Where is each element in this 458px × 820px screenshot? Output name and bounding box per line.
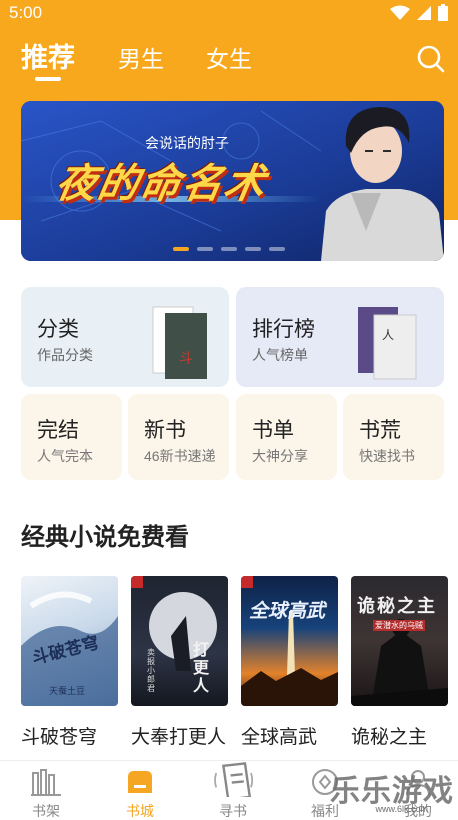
banner-dot (173, 247, 189, 251)
nav-bookshelf[interactable]: 书架 (6, 761, 86, 820)
nav-label: 书城 (126, 803, 154, 819)
search-icon[interactable] (416, 44, 446, 74)
book-cover: 全球高武 (241, 576, 338, 706)
book-cover-author: 爱潜水的乌贼 (373, 620, 425, 631)
category-new-books[interactable]: 新书 46新书速递 (128, 394, 229, 480)
bookstore-icon (128, 771, 152, 793)
status-icons (390, 4, 448, 21)
find-book-icon (214, 762, 254, 797)
category-subtitle: 46新书速递 (144, 448, 216, 464)
banner-dot (245, 247, 261, 251)
ranking-card[interactable]: 排行榜 人气榜单 人 (236, 287, 444, 387)
banner-dot (269, 247, 285, 251)
ranking-subtitle: 人气榜单 (252, 347, 308, 363)
promo-banner[interactable]: 会说话的肘子 夜的命名术 (21, 101, 444, 261)
category-title: 书单 (252, 419, 294, 442)
signal-icon (417, 5, 431, 20)
book-cover-title: 打更人 (193, 642, 210, 695)
book-title: 诡秘之主 (351, 727, 428, 748)
bookshelf-icon (31, 769, 61, 796)
status-bar: 5:00 (0, 0, 458, 26)
tab-active-indicator (35, 77, 61, 81)
book-cover: 斗破苍穹 天蚕土豆 (21, 576, 118, 706)
book-cover: 打更人 卖报小郎君 (131, 576, 228, 706)
tab-female[interactable]: 女生 (206, 40, 252, 74)
nav-label: 寻书 (219, 803, 247, 819)
status-time: 5:00 (9, 3, 43, 22)
category-finished[interactable]: 完结 人气完本 (21, 394, 122, 480)
book-item[interactable]: 打更人 卖报小郎君 大奉打更人 (131, 576, 231, 749)
wifi-icon (390, 5, 410, 20)
book-title: 斗破苍穹 (21, 727, 98, 748)
category-card[interactable]: 分类 作品分类 斗 (21, 287, 229, 387)
nav-bookstore[interactable]: 书城 (100, 761, 180, 820)
book-cover: 诡秘之主 爱潜水的乌贼 (351, 576, 448, 706)
category-title: 新书 (144, 419, 186, 442)
category-subtitle: 人气完本 (37, 448, 93, 464)
tab-male[interactable]: 男生 (118, 40, 164, 74)
category-subtitle: 快速找书 (359, 448, 415, 464)
banner-pagination (173, 247, 285, 251)
nav-find-book[interactable]: 寻书 (193, 761, 273, 820)
category-subtitle: 大神分享 (252, 448, 308, 464)
books-stack-illustration: 斗 (152, 306, 207, 379)
book-cover-author: 天蚕土豆 (49, 686, 86, 696)
category-title: 完结 (37, 419, 79, 442)
ranking-title: 排行榜 (252, 318, 315, 341)
banner-dot (221, 247, 237, 251)
book-item[interactable]: 斗破苍穹 天蚕土豆 斗破苍穹 (21, 576, 121, 749)
book-item[interactable]: 诡秘之主 爱潜水的乌贼 诡秘之主 (351, 576, 451, 749)
book-title: 大奉打更人 (131, 727, 227, 748)
battery-icon (438, 4, 448, 21)
book-item[interactable]: 全球高武 全球高武 (241, 576, 341, 749)
category-subtitle: 作品分类 (37, 347, 93, 363)
banner-title: 夜的命名术 (52, 162, 271, 206)
tab-recommend[interactable]: 推荐 (21, 36, 75, 75)
category-book-lists[interactable]: 书单 大神分享 (236, 394, 337, 480)
section-title: 经典小说免费看 (21, 524, 189, 551)
watermark-url: www.6lk.com (375, 804, 428, 814)
book-title: 全球高武 (241, 727, 318, 748)
svg-text:人: 人 (382, 328, 394, 342)
category-title: 书荒 (359, 419, 401, 442)
top-tabs: 推荐 男生 女生 (0, 36, 458, 86)
book-cover-title: 全球高武 (249, 601, 326, 622)
nav-label: 书架 (32, 803, 60, 819)
banner-author: 会说话的肘子 (145, 135, 229, 151)
books-stack-illustration: 人 (358, 307, 417, 380)
svg-text:斗: 斗 (179, 351, 193, 367)
banner-dot (197, 247, 213, 251)
book-cover-author: 卖报小郎君 (147, 648, 155, 693)
book-cover-title: 诡秘之主 (357, 596, 437, 616)
category-title: 分类 (37, 318, 79, 341)
category-book-shortage[interactable]: 书荒 快速找书 (343, 394, 444, 480)
